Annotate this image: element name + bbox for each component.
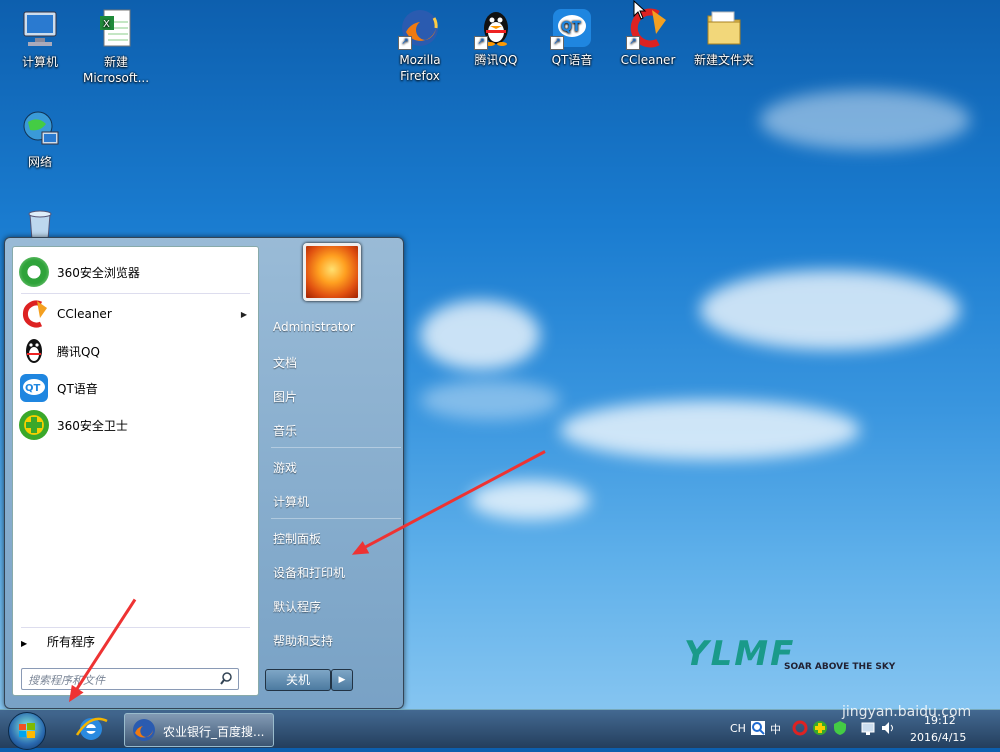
divider (271, 447, 401, 448)
start-menu: 360安全浏览器 CCleaner ▶ 腾讯QQ QT QT语音 360安全卫士… (4, 237, 404, 709)
program-ccleaner[interactable]: CCleaner ▶ (19, 297, 251, 331)
cloud (420, 300, 540, 370)
ylmf-watermark: YLMF SOAR ABOVE THE SKY (684, 636, 924, 676)
menu-item-music[interactable]: 音乐 (273, 422, 297, 439)
menu-item-documents[interactable]: 文档 (273, 354, 297, 371)
network-icon (18, 108, 62, 152)
program-360-browser[interactable]: 360安全浏览器 (19, 255, 251, 289)
cloud (470, 480, 590, 520)
svg-text:QT: QT (25, 383, 41, 394)
network-tray-icon[interactable] (860, 720, 876, 736)
shield-tray-icon[interactable] (832, 720, 848, 736)
desktop-icon-computer[interactable]: 计算机 (2, 8, 78, 70)
submenu-arrow-icon[interactable]: ▶ (241, 310, 247, 319)
program-qq[interactable]: 腾讯QQ (19, 334, 251, 368)
cloud (420, 380, 560, 420)
windows-logo-icon (19, 723, 35, 738)
taskbar-window-firefox[interactable]: 农业银行_百度搜... (124, 713, 274, 747)
qt-voice-icon: QT ↗ (550, 6, 594, 50)
search-icon (220, 672, 232, 685)
menu-item-default-programs[interactable]: 默认程序 (273, 598, 321, 615)
start-button[interactable] (8, 712, 46, 750)
folder-icon (702, 6, 746, 50)
taskbar-window-label: 农业银行_百度搜... (163, 725, 265, 739)
program-label: 360安全浏览器 (57, 265, 140, 280)
desktop-icon-network[interactable]: 网络 (2, 108, 78, 170)
program-label: 360安全卫士 (57, 418, 128, 433)
cloud (760, 90, 970, 150)
cloud (560, 400, 860, 460)
desktop-icon-label: 新建文件夹 (693, 53, 754, 67)
firefox-icon (133, 719, 155, 741)
qq-penguin-icon (19, 336, 49, 366)
360-browser-icon (19, 257, 49, 287)
program-label: 腾讯QQ (57, 344, 100, 359)
menu-item-games[interactable]: 游戏 (273, 459, 297, 476)
shortcut-arrow-icon: ↗ (550, 36, 564, 50)
language-indicator[interactable]: CH (730, 722, 746, 735)
svg-text:X: X (103, 19, 110, 30)
menu-item-pictures[interactable]: 图片 (273, 388, 297, 405)
desktop-icon-label: 计算机 (21, 55, 58, 69)
shortcut-arrow-icon: ↗ (626, 36, 640, 50)
search-tray-icon[interactable] (750, 720, 766, 736)
program-qt-voice[interactable]: QT QT语音 (19, 371, 251, 405)
search-input[interactable]: 搜索程序和文件 (21, 668, 239, 690)
desktop-icon-firefox[interactable]: ↗ Mozilla Firefox (382, 6, 458, 84)
mouse-cursor-icon (633, 0, 647, 20)
menu-item-computer[interactable]: 计算机 (273, 493, 309, 510)
menu-item-help-support[interactable]: 帮助和支持 (273, 632, 333, 649)
start-menu-programs-pane: 360安全浏览器 CCleaner ▶ 腾讯QQ QT QT语音 360安全卫士… (12, 246, 259, 696)
desktop-icon-label: 新建 Microsoft... (82, 55, 150, 85)
desktop-icon-new-folder[interactable]: 新建文件夹 (686, 6, 762, 68)
desktop-icon-qt-voice[interactable]: QT ↗ QT语音 (534, 6, 610, 68)
clock-time[interactable]: 19:12 (924, 714, 956, 727)
user-avatar[interactable] (303, 243, 361, 301)
system-tray: CH 中 19:12 2016/4/15 (720, 710, 1000, 748)
internet-explorer-icon (75, 717, 108, 740)
cloud (700, 270, 960, 350)
menu-item-administrator[interactable]: Administrator (273, 320, 355, 334)
excel-document-icon: X (94, 8, 138, 52)
divider (271, 518, 401, 519)
divider (21, 627, 250, 628)
svg-text:QT: QT (561, 20, 581, 35)
taskbar: 农业银行_百度搜... CH 中 19:12 2016/4/15 (0, 709, 1000, 750)
desktop-icon-ccleaner[interactable]: ↗ CCleaner (610, 6, 686, 68)
ie-taskbar-button[interactable] (72, 713, 110, 745)
desktop-icon-label: 网络 (27, 155, 52, 169)
all-programs-label: 所有程序 (46, 635, 95, 649)
shortcut-arrow-icon: ↗ (474, 36, 488, 50)
ime-indicator[interactable]: 中 (770, 721, 781, 737)
program-360-safe-guard[interactable]: 360安全卫士 (19, 408, 251, 442)
firefox-icon: ↗ (398, 6, 442, 50)
ylmf-tagline: SOAR ABOVE THE SKY (784, 662, 896, 672)
desktop-icon-label: 腾讯QQ (474, 53, 518, 67)
desktop-icon-label: CCleaner (620, 53, 676, 67)
computer-icon (18, 8, 62, 52)
shutdown-button[interactable]: 关机 (265, 669, 331, 691)
volume-icon[interactable] (880, 720, 896, 736)
all-programs-button[interactable]: ▶ 所有程序 (21, 633, 95, 650)
clock-date[interactable]: 2016/4/15 (910, 731, 966, 744)
desktop-icon-label: Mozilla Firefox (399, 53, 441, 83)
ccleaner-tray-icon[interactable] (792, 720, 808, 736)
menu-item-control-panel[interactable]: 控制面板 (273, 530, 321, 547)
shutdown-options-button[interactable]: ▶ (331, 669, 353, 691)
program-label: CCleaner (57, 307, 112, 321)
360-tray-icon[interactable] (812, 720, 828, 736)
expand-arrow-icon: ▶ (21, 639, 28, 648)
shortcut-arrow-icon: ↗ (398, 36, 412, 50)
menu-item-devices-printers[interactable]: 设备和打印机 (273, 564, 345, 581)
divider (21, 293, 250, 294)
qt-voice-icon: QT (19, 373, 49, 403)
ccleaner-icon (19, 299, 49, 329)
desktop-icon-excel-doc[interactable]: X 新建 Microsoft... (78, 8, 154, 86)
desktop-icon-label: QT语音 (551, 53, 593, 67)
search-placeholder: 搜索程序和文件 (28, 674, 105, 687)
qq-penguin-icon: ↗ (474, 6, 518, 50)
360-safe-guard-icon (19, 410, 49, 440)
desktop-icon-qq[interactable]: ↗ 腾讯QQ (458, 6, 534, 68)
program-label: QT语音 (57, 381, 98, 396)
